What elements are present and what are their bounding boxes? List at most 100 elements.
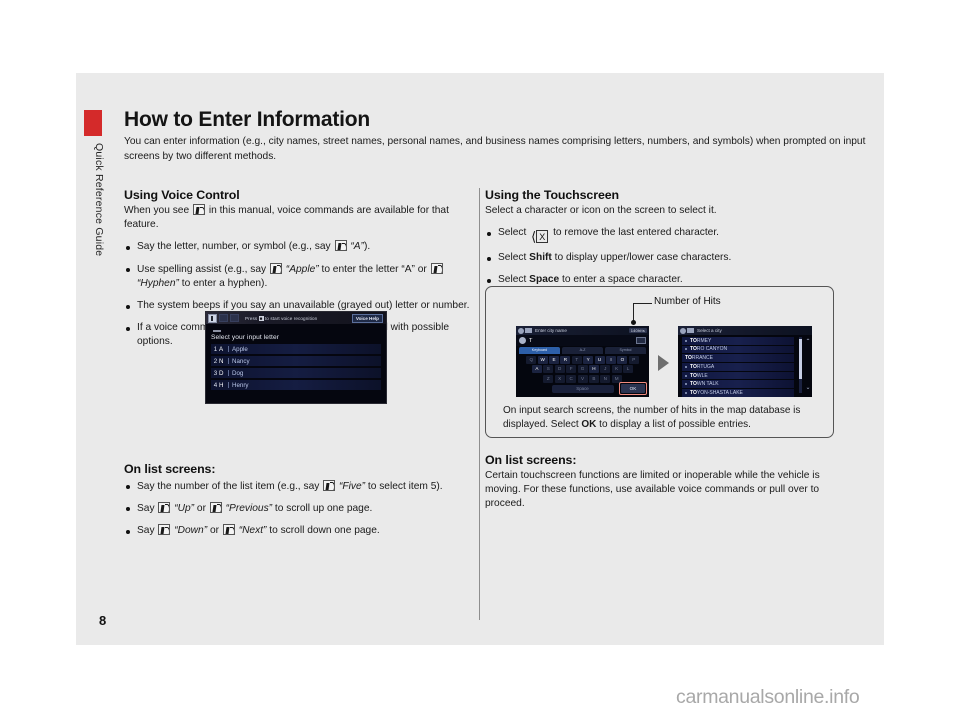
hits-count-badge: 140hits xyxy=(628,328,647,333)
map-icon[interactable] xyxy=(525,328,532,333)
bullet-text: Say xyxy=(137,525,155,537)
key-O[interactable]: O xyxy=(617,356,628,364)
row-bullet xyxy=(685,374,687,377)
key-I[interactable]: I xyxy=(605,356,616,364)
row-letter: D xyxy=(219,369,224,377)
row-bullet xyxy=(685,391,687,394)
illustration-box: Number of Hits Enter city name 140hits T… xyxy=(485,286,834,438)
scroll-up-icon[interactable]: ⌃ xyxy=(805,339,810,345)
voice-help-button[interactable]: Voice Help xyxy=(351,313,383,323)
key-N[interactable]: N xyxy=(600,374,611,383)
city-name-input[interactable]: T xyxy=(516,335,649,346)
input-value: T xyxy=(529,337,533,344)
key-T[interactable]: T xyxy=(571,356,582,364)
list-item[interactable]: 3 D Dog xyxy=(211,368,381,378)
key-Y[interactable]: Y xyxy=(583,356,594,364)
bullet-text: Say the letter, number, or symbol (e.g.,… xyxy=(137,241,331,253)
touchscreen-list-heading: On list screens: xyxy=(485,453,577,467)
key-D[interactable]: D xyxy=(554,365,565,374)
delete-icon-label: X xyxy=(536,230,549,244)
key-F[interactable]: F xyxy=(566,365,577,374)
list-item[interactable]: TO WLE xyxy=(682,371,794,380)
voice-phrase: “Apple” xyxy=(285,263,319,275)
match-prefix: TO xyxy=(690,337,697,344)
row-number: 4 xyxy=(213,381,218,389)
bullet-text-end: ). xyxy=(363,241,371,253)
key-B[interactable]: B xyxy=(588,374,599,383)
backspace-key[interactable] xyxy=(636,337,646,344)
home-icon[interactable] xyxy=(518,327,524,334)
list-item[interactable]: TO YON-SHASTA LAKE xyxy=(682,389,794,397)
match-rest: RMEY xyxy=(696,337,712,344)
language-icon[interactable] xyxy=(519,337,526,344)
key-C[interactable]: C xyxy=(566,374,577,383)
bullet-text-end: to scroll up one page. xyxy=(274,502,373,514)
voice-phrase: “A” xyxy=(350,241,364,253)
key-K[interactable]: K xyxy=(611,365,622,374)
tab-az[interactable]: A-Z xyxy=(562,347,603,354)
space-key[interactable]: Space xyxy=(551,384,614,393)
home-icon[interactable] xyxy=(680,327,686,334)
voice-figure-body: Select your input letter 1 A Apple 2 N N… xyxy=(206,324,386,390)
key-W[interactable]: W xyxy=(537,356,548,364)
illustration-caption: On input search screens, the number of h… xyxy=(503,404,818,432)
bullet-text-end: to remove the last entered character. xyxy=(553,227,720,239)
key-H[interactable]: H xyxy=(588,365,599,374)
key-U[interactable]: U xyxy=(594,356,605,364)
list-item[interactable]: TO WN TALK xyxy=(682,380,794,389)
key-Q[interactable]: Q xyxy=(526,356,537,364)
list-item[interactable]: TO RMEY xyxy=(682,337,794,345)
key-L[interactable]: L xyxy=(623,365,634,374)
match-prefix: TO xyxy=(690,389,697,396)
row-number: 2 xyxy=(213,357,218,365)
row-letter: N xyxy=(219,357,224,365)
space-key-label: Space xyxy=(529,274,560,286)
match-prefix: TO xyxy=(690,372,697,379)
row-bullet xyxy=(685,339,687,342)
key-V[interactable]: V xyxy=(577,374,588,383)
list-item[interactable]: TO RO CANYON xyxy=(682,345,794,354)
key-S[interactable]: S xyxy=(543,365,554,374)
list-item[interactable]: 1 A Apple xyxy=(211,344,381,354)
map-icon[interactable] xyxy=(687,328,694,333)
caption-ok-label: OK xyxy=(581,419,597,430)
key-A[interactable]: A xyxy=(531,365,542,374)
list-item[interactable]: TO RRANCE xyxy=(682,354,794,362)
key-R[interactable]: R xyxy=(560,356,571,364)
section-color-tab xyxy=(84,110,102,136)
list-item: Say “Up” or “Previous” to scroll up one … xyxy=(124,501,476,516)
list-item[interactable]: TO RTUGA xyxy=(682,363,794,371)
match-rest: RTUGA xyxy=(696,363,715,370)
list-screen-title: Select a city xyxy=(697,328,722,333)
bullet-text-mid: or xyxy=(209,525,219,537)
tab-keyboard[interactable]: Keyboard xyxy=(519,347,560,354)
voice-command-icon xyxy=(430,262,443,274)
key-X[interactable]: X xyxy=(554,374,565,383)
scrollbar-thumb[interactable] xyxy=(799,339,802,379)
row-bullet xyxy=(685,348,687,351)
key-Z[interactable]: Z xyxy=(543,374,554,383)
bullet-text-end: to display upper/lower case characters. xyxy=(554,252,732,264)
list-item[interactable]: 2 N Nancy xyxy=(211,356,381,366)
delete-icon: ⟨ X xyxy=(531,230,549,244)
list-item[interactable]: 4 H Henry xyxy=(211,380,381,390)
key-G[interactable]: G xyxy=(577,365,588,374)
match-prefix: TO xyxy=(690,363,697,370)
bullet-text: Use spelling assist (e.g., say xyxy=(137,263,267,275)
key-E[interactable]: E xyxy=(549,356,560,364)
bullet-text-end: to enter a space character. xyxy=(562,274,683,286)
city-list-screen: Select a city ⌃ ⌄ TO RMEY TO RO CANYON TO R… xyxy=(678,326,812,397)
scroll-down-icon[interactable]: ⌄ xyxy=(805,385,810,391)
flow-arrow-icon xyxy=(658,355,669,371)
touchscreen-list-screens-section: On list screens: Certain touchscreen fun… xyxy=(485,453,840,520)
key-J[interactable]: J xyxy=(600,365,611,374)
key-P[interactable]: P xyxy=(628,356,639,364)
match-rest: RO CANYON xyxy=(696,346,728,353)
watermark: carmanualsonline.info xyxy=(676,686,860,708)
microphone-icon xyxy=(208,313,217,323)
voice-list-bullets: Say the number of the list item (e.g., s… xyxy=(124,479,476,539)
tab-symbol[interactable]: Symbol xyxy=(605,347,646,354)
touchscreen-list-text: Certain touchscreen functions are limite… xyxy=(485,470,820,510)
ok-button[interactable]: OK xyxy=(621,384,645,393)
section-label: Quick Reference Guide xyxy=(93,143,105,257)
